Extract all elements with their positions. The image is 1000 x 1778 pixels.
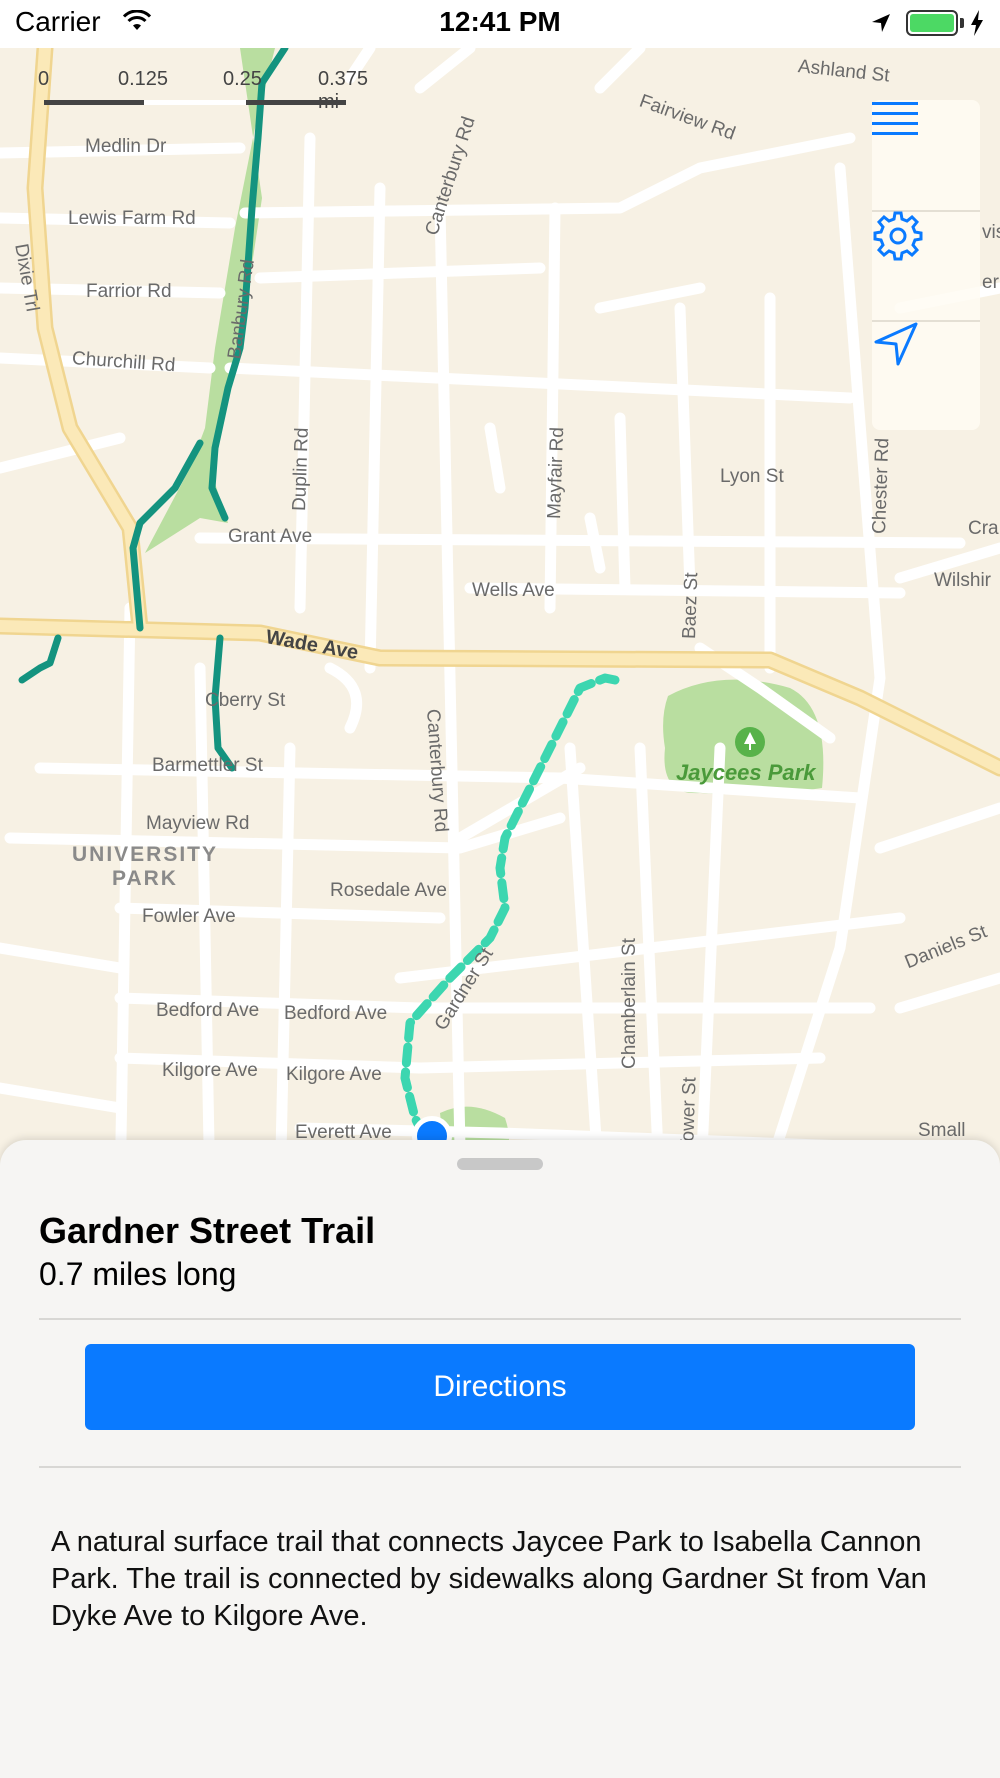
street-label: Chester Rd <box>869 437 894 535</box>
street-label: Lyon St <box>720 466 784 487</box>
street-label: Bedford Ave <box>156 1000 260 1021</box>
street-label: Kilgore Ave <box>162 1060 258 1081</box>
map-controls <box>872 100 980 430</box>
scale-bar-segment <box>246 100 346 105</box>
trail-detail-sheet: Gardner Street Trail 0.7 miles long Dire… <box>0 1140 1000 1778</box>
menu-button[interactable] <box>872 100 980 210</box>
street-label: Bedford Ave <box>284 1003 388 1024</box>
battery-icon <box>906 10 958 36</box>
scale-tick: 0.25 <box>223 68 262 90</box>
street-label: Lewis Farm Rd <box>68 208 196 229</box>
scale-bar-segment <box>44 100 144 105</box>
battery-cap <box>960 18 964 28</box>
scale-tick: 0.125 <box>118 68 169 90</box>
street-label: Wilshir <box>934 570 991 591</box>
street-label: Rosedale Ave <box>330 880 447 901</box>
current-location-button[interactable] <box>872 320 980 430</box>
street-label: er <box>982 272 999 293</box>
divider <box>39 1466 961 1468</box>
scale-tick: 0.375 mi <box>318 68 369 113</box>
street-label: Small <box>918 1120 966 1141</box>
scale-bar-segment <box>144 100 246 105</box>
street-label: Cberry St <box>205 690 286 711</box>
sheet-grabber-handle[interactable] <box>457 1158 543 1170</box>
settings-button[interactable] <box>872 210 980 320</box>
park-label: Jaycees Park <box>676 760 816 785</box>
street-label: Grant Ave <box>228 526 313 547</box>
status-bar: Carrier 12:41 PM <box>0 0 1000 48</box>
district-label: UNIVERSITY PARK <box>72 843 219 890</box>
street-label: Farrior Rd <box>86 281 172 302</box>
street-label: Mayview Rd <box>146 813 250 834</box>
street-label: Fowler Ave <box>142 906 236 927</box>
trail-title: Gardner Street Trail <box>39 1210 376 1251</box>
street-label: vis <box>982 222 1000 243</box>
directions-button[interactable]: Directions <box>85 1344 915 1430</box>
street-label: Wells Ave <box>472 580 555 601</box>
street-label: Kilgore Ave <box>286 1064 382 1085</box>
street-label: Chamberlain St <box>619 938 640 1069</box>
divider <box>39 1318 961 1320</box>
clock: 12:41 PM <box>439 6 561 37</box>
street-label: Baez St <box>679 572 703 640</box>
trail-length: 0.7 miles long <box>39 1256 237 1292</box>
location-services-icon <box>870 12 892 39</box>
map-scale: 0 0.125 0.25 0.375 mi <box>38 68 368 113</box>
scale-tick: 0 <box>38 68 50 90</box>
map-view[interactable]: 0 0.125 0.25 0.375 mi Medlin Dr Lewis Fa… <box>0 48 1000 1198</box>
trail-description: A natural surface trail that connects Ja… <box>51 1526 927 1632</box>
charging-bolt-icon <box>970 10 984 41</box>
street-label: Medlin Dr <box>85 136 167 157</box>
street-label: Cra <box>968 518 999 539</box>
street-label: Duplin Rd <box>289 427 313 512</box>
street-label: Barmettler St <box>152 755 263 776</box>
street-label: Mayfair Rd <box>544 426 569 520</box>
